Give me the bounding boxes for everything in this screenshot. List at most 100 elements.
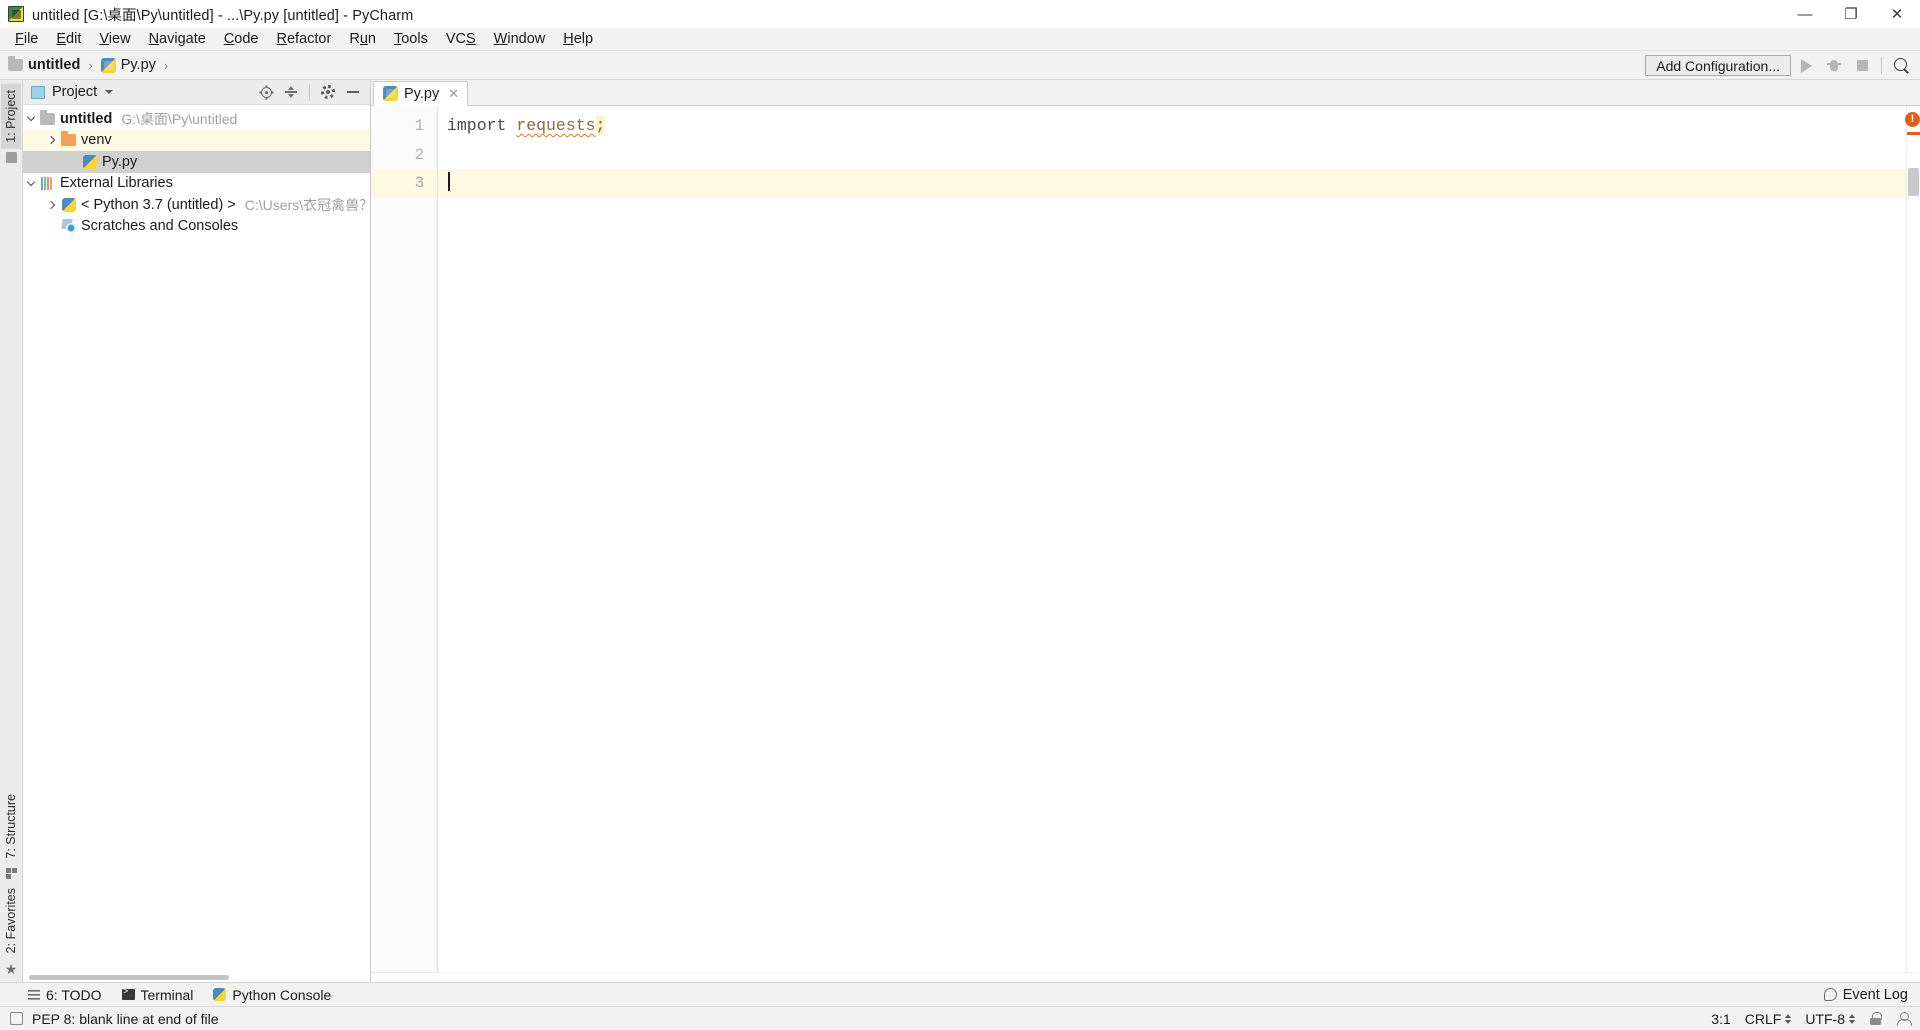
error-stripe-gutter[interactable]: ! <box>1906 106 1920 972</box>
menu-help[interactable]: Help <box>554 29 602 49</box>
breadcrumb-separator-end: › <box>164 58 168 73</box>
run-button[interactable] <box>1793 54 1819 78</box>
panel-settings-button[interactable] <box>317 82 339 103</box>
menu-view[interactable]: View <box>90 29 139 49</box>
caret-position[interactable]: 3:1 <box>1711 1011 1730 1027</box>
panel-hide-button[interactable] <box>342 82 364 103</box>
tree-node-path: C:\Users\衣冠禽兽？\Py <box>245 195 370 215</box>
breadcrumb-item-file[interactable]: Py.py <box>121 57 156 73</box>
window-title: untitled [G:\桌面\Py\untitled] - ...\Py.py… <box>32 4 413 25</box>
chevron-down-icon[interactable] <box>105 90 113 94</box>
editor-horizontal-scrollbar[interactable] <box>371 972 1920 982</box>
menu-vcs[interactable]: VCS <box>437 29 485 49</box>
bottom-tab-label: Python Console <box>232 987 331 1003</box>
title-bar: untitled [G:\桌面\Py\untitled] - ...\Py.py… <box>0 0 1920 28</box>
minimize-icon: — <box>1798 7 1813 22</box>
code-line-1[interactable]: import requests; <box>438 112 1906 141</box>
window-controls: — ❐ ✕ <box>1782 0 1920 28</box>
tree-node-scratches[interactable]: Scratches and Consoles <box>23 216 370 238</box>
tree-node-path: G:\桌面\Py\untitled <box>121 109 237 129</box>
editor-tab-label: Py.py <box>404 86 439 102</box>
spinner-icon <box>1849 1014 1855 1024</box>
project-panel-header: Project <box>23 80 370 105</box>
menu-run[interactable]: Run <box>340 29 385 49</box>
bottom-tab-todo[interactable]: 6: TODO <box>28 987 102 1003</box>
line-number: 1 <box>371 112 437 141</box>
encoding-picker[interactable]: UTF-8 <box>1805 1011 1855 1027</box>
minimize-button[interactable]: — <box>1782 0 1828 28</box>
bottom-tool-stripe: 6: TODO Terminal Python Console Event Lo… <box>0 982 1920 1006</box>
stop-icon <box>1857 60 1868 71</box>
vertical-scrollbar-thumb[interactable] <box>1908 168 1919 196</box>
menu-edit[interactable]: Edit <box>47 29 90 49</box>
tree-node-py-file[interactable]: Py.py <box>23 151 370 173</box>
project-window-icon <box>6 152 17 163</box>
breadcrumb-item-project[interactable]: untitled <box>28 57 80 73</box>
locate-icon <box>259 85 273 99</box>
tree-node-label: External Libraries <box>60 175 173 191</box>
menu-window[interactable]: Window <box>485 29 555 49</box>
left-tool-stripe: 1: Project 7: Structure 2: Favorites ★ <box>0 80 23 982</box>
person-icon[interactable] <box>1896 1012 1910 1026</box>
menu-tools[interactable]: Tools <box>385 29 437 49</box>
collapse-all-button[interactable] <box>280 82 302 103</box>
project-tree: untitled G:\桌面\Py\untitled venv Py.py <box>23 105 370 982</box>
sidebar-tab-project[interactable]: 1: Project <box>1 84 21 149</box>
spinner-icon <box>1785 1014 1791 1024</box>
event-log-label[interactable]: Event Log <box>1843 987 1908 1003</box>
chevron-right-icon[interactable] <box>44 137 60 143</box>
error-stripe-marker[interactable] <box>1907 132 1920 135</box>
project-panel-actions <box>255 82 364 103</box>
bottom-tab-python-console[interactable]: Python Console <box>213 987 331 1003</box>
editor-tab-py[interactable]: Py.py ✕ <box>373 81 468 106</box>
tree-node-untitled[interactable]: untitled G:\桌面\Py\untitled <box>23 108 370 130</box>
line-separator-value: CRLF <box>1745 1011 1782 1027</box>
status-bar-right: 3:1 CRLF UTF-8 <box>1711 1011 1910 1027</box>
favorites-tab-label: 2: Favorites <box>4 888 18 953</box>
code-line-2[interactable] <box>438 141 1906 170</box>
tree-node-external-libraries[interactable]: External Libraries <box>23 173 370 195</box>
stop-button[interactable] <box>1849 54 1875 78</box>
menu-code[interactable]: Code <box>215 29 268 49</box>
bottom-tab-label: Terminal <box>141 987 194 1003</box>
error-badge-icon[interactable]: ! <box>1905 112 1920 127</box>
project-panel-title: Project <box>52 84 97 100</box>
document-icon <box>10 1012 23 1025</box>
chevron-right-icon[interactable] <box>44 202 60 208</box>
bottom-tab-terminal[interactable]: Terminal <box>122 987 194 1003</box>
locate-file-button[interactable] <box>255 82 277 103</box>
line-separator-picker[interactable]: CRLF <box>1745 1011 1792 1027</box>
search-icon <box>1894 58 1909 73</box>
panel-divider <box>309 84 310 101</box>
code-editor[interactable]: import requests; <box>438 106 1906 972</box>
close-icon[interactable]: ✕ <box>448 86 459 102</box>
editor-tab-bar: Py.py ✕ <box>371 80 1920 106</box>
close-button[interactable]: ✕ <box>1874 0 1920 28</box>
maximize-button[interactable]: ❐ <box>1828 0 1874 28</box>
gear-icon <box>321 85 335 99</box>
project-tree-horizontal-scrollbar[interactable] <box>23 973 370 982</box>
python-console-icon <box>213 988 226 1001</box>
encoding-value: UTF-8 <box>1805 1011 1845 1027</box>
structure-tab-label: 7: Structure <box>4 794 18 859</box>
menu-file[interactable]: FFileile <box>6 29 47 49</box>
search-everywhere-button[interactable] <box>1888 54 1914 78</box>
menu-navigate[interactable]: Navigate <box>140 29 215 49</box>
tree-node-label: Scratches and Consoles <box>81 218 238 234</box>
close-icon: ✕ <box>1891 7 1904 22</box>
code-token-semicolon: ; <box>596 116 606 135</box>
add-configuration-button[interactable]: Add Configuration... <box>1645 55 1791 76</box>
unlocked-icon[interactable] <box>1869 1012 1882 1025</box>
tree-node-python-interpreter[interactable]: < Python 3.7 (untitled) > C:\Users\衣冠禽兽？… <box>23 194 370 216</box>
debug-button[interactable] <box>1821 54 1847 78</box>
chevron-down-icon[interactable] <box>23 117 39 120</box>
project-tab-label: 1: Project <box>4 90 18 143</box>
sidebar-tab-structure[interactable]: 7: Structure <box>1 788 21 865</box>
menu-refactor[interactable]: Refactor <box>268 29 341 49</box>
tree-node-venv[interactable]: venv <box>23 130 370 152</box>
sidebar-tab-favorites[interactable]: 2: Favorites <box>1 882 21 959</box>
chevron-down-icon[interactable] <box>23 182 39 185</box>
project-window-icon <box>31 86 45 99</box>
editor-area: Py.py ✕ 1 2 3 import requests; ! <box>371 80 1920 982</box>
code-line-3[interactable] <box>438 169 1906 198</box>
